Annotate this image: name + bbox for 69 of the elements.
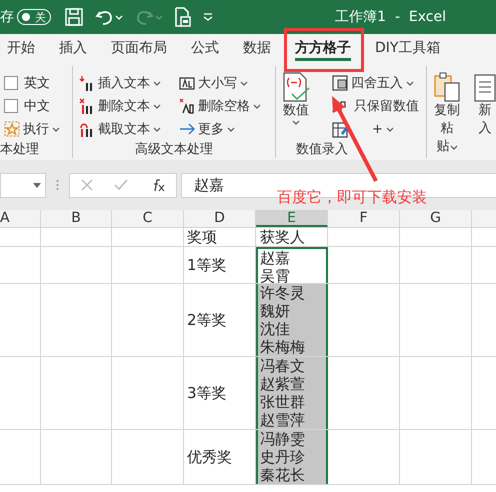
customize-icon[interactable]	[203, 12, 213, 22]
column-header[interactable]: C	[112, 210, 184, 227]
save-icon[interactable]	[65, 8, 83, 26]
ribbon-tab[interactable]: 开始	[7, 34, 35, 62]
clipboard-icon	[433, 72, 461, 102]
checkbox-label: 中文	[24, 98, 50, 115]
group-label: 高级文本处理	[134, 141, 214, 158]
ribbon-tab[interactable]: 插入	[59, 34, 87, 62]
column-header[interactable]: F	[328, 210, 400, 227]
caret-icon	[153, 104, 161, 108]
ribbon-button[interactable]: 大小写	[177, 72, 263, 94]
ribbon-button[interactable]: 四舍五入	[330, 72, 421, 94]
column-header[interactable]: G	[400, 210, 472, 227]
table-cell: 奖项	[184, 228, 256, 246]
table-cell: 冯静雯 史丹珍 秦花长	[256, 430, 328, 484]
large-button[interactable]: 复制粘 贴	[431, 72, 463, 156]
caret-icon	[153, 126, 161, 132]
caret-icon	[52, 126, 60, 132]
ribbon-button[interactable]: 截取文本	[77, 118, 163, 140]
large-button[interactable]: 数值	[280, 72, 312, 125]
caret-icon	[406, 80, 414, 86]
star-icon	[4, 121, 20, 137]
checkbox-label: 英文	[24, 75, 50, 92]
checkbox[interactable]	[4, 99, 18, 113]
remove-spaces-icon	[179, 98, 195, 114]
delete-text-icon	[79, 98, 95, 114]
ribbon-button[interactable]: 删除空格	[177, 95, 263, 117]
ribbon-button[interactable]: 更多	[177, 118, 263, 140]
arrow-right-icon	[179, 121, 195, 137]
autosave-label: 存	[0, 8, 14, 26]
dropdown-icon	[33, 182, 41, 188]
column-header[interactable]: A	[0, 210, 41, 227]
grid-icon	[332, 75, 348, 91]
insert-text-icon	[79, 75, 95, 91]
caret-icon	[253, 104, 261, 108]
ribbon-button[interactable]: 执行	[2, 118, 62, 140]
caret-icon	[240, 80, 248, 86]
document-check-icon	[282, 72, 310, 102]
window-title: 工作簿1 - Excel	[335, 8, 446, 26]
letter-case-icon	[179, 75, 195, 91]
edit-grid-icon[interactable]	[332, 120, 350, 138]
ribbon-tab[interactable]: 公式	[191, 34, 219, 62]
column-header[interactable]: E	[256, 210, 328, 227]
caret-icon	[227, 126, 235, 132]
document-icon	[473, 72, 496, 102]
group-label: 本处理	[0, 141, 40, 158]
table-cell: 获奖人	[256, 228, 328, 246]
ribbon-tab[interactable]: 页面布局	[111, 34, 167, 62]
print-preview-icon[interactable]	[175, 7, 191, 27]
ribbon-button[interactable]: 插入文本	[77, 72, 163, 94]
ribbon-tab[interactable]: 方方格子	[295, 34, 351, 62]
table-cell: 许冬灵 魏妍 沈佳 朱梅梅	[256, 284, 328, 356]
autosave-toggle[interactable]: 关	[17, 9, 51, 25]
table-cell: 冯春文 赵紫萱 张世群 赵雪萍	[256, 357, 328, 429]
ribbon-button[interactable]: +	[370, 118, 396, 140]
group-label: 数值录入	[295, 141, 349, 158]
grip-icon	[56, 179, 59, 191]
caret-icon	[386, 126, 394, 132]
checkbox[interactable]	[4, 76, 18, 90]
ribbon-tab[interactable]: DIY工具箱	[375, 34, 440, 62]
ribbon-button[interactable]: 删除文本	[77, 95, 163, 117]
table-cell: 赵嘉 吴霄	[256, 247, 328, 283]
cut-text-icon	[79, 121, 95, 137]
undo-icon[interactable]	[95, 8, 123, 26]
caret-icon	[153, 80, 161, 86]
large-button[interactable]: 新 入	[471, 72, 496, 138]
ribbon-tab[interactable]: 数据	[243, 34, 271, 62]
ribbon-button[interactable]: 只保留数值	[354, 95, 421, 117]
column-header[interactable]: B	[41, 210, 112, 227]
